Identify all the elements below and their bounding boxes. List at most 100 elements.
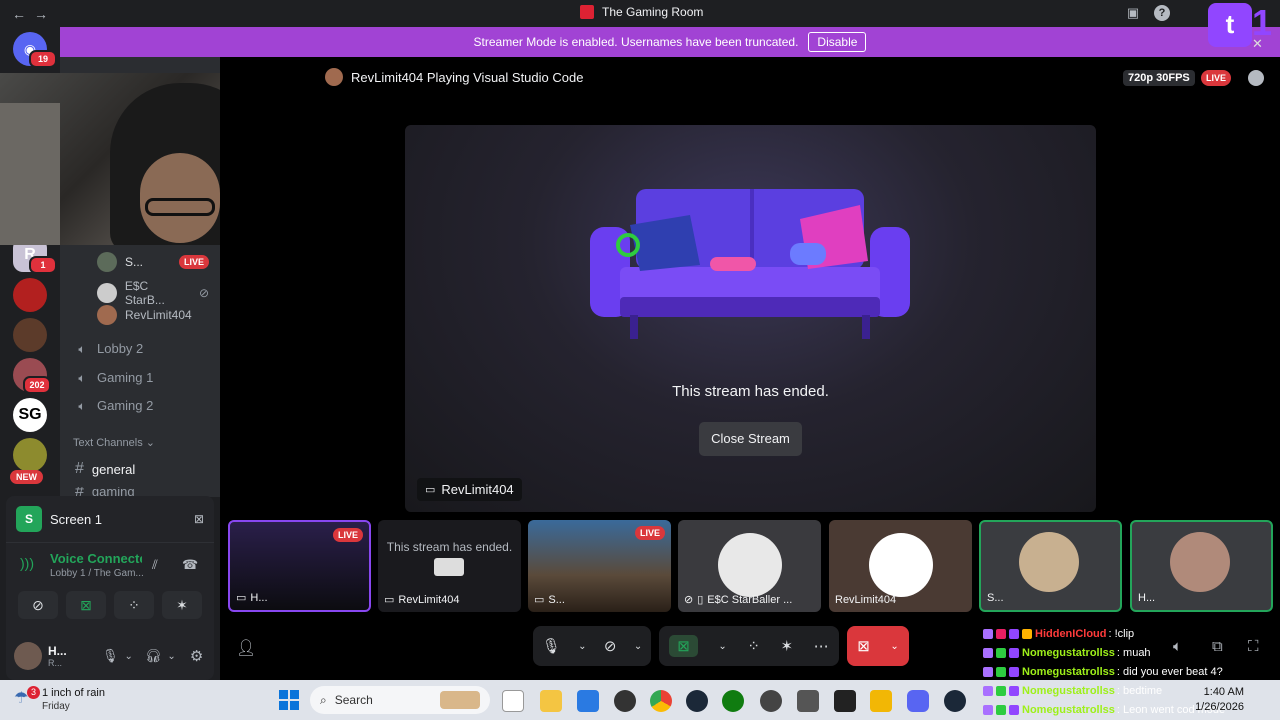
avatar bbox=[1170, 532, 1230, 592]
disconnect-button[interactable]: ⊠ ⌄ bbox=[847, 626, 909, 666]
tile-name: S... bbox=[548, 593, 565, 606]
headphones-icon[interactable]: 🎧︎ bbox=[145, 648, 162, 664]
app-icon[interactable] bbox=[614, 690, 636, 712]
server-icon-avatar[interactable] bbox=[13, 318, 47, 352]
camera-off-button[interactable]: ⊘ bbox=[18, 591, 58, 619]
chat-icon[interactable] bbox=[1248, 70, 1264, 86]
participant-tile[interactable]: ⊘ ▯ E$C StarBaller ... bbox=[678, 520, 821, 612]
stream-owner-tag: ▭ RevLimit404 bbox=[417, 478, 522, 501]
participant-tile[interactable]: LIVE ▭ H... bbox=[228, 520, 371, 612]
discord-taskbar-icon[interactable] bbox=[907, 690, 929, 712]
signal-icon[interactable]: ))) bbox=[20, 555, 34, 571]
participant-tile[interactable]: S... bbox=[979, 520, 1122, 612]
store-icon[interactable] bbox=[577, 690, 599, 712]
chat-username: Nomegustatrollss bbox=[1022, 647, 1115, 659]
activities-button[interactable]: ⁘ bbox=[114, 591, 154, 619]
more-icon[interactable]: ⋯ bbox=[814, 637, 829, 655]
participant-tile[interactable]: H... bbox=[1130, 520, 1273, 612]
server-icon-sg[interactable]: SG bbox=[13, 398, 47, 432]
participant-tile[interactable]: RevLimit404 bbox=[829, 520, 972, 612]
chat-message: HiddenICloud : !clip bbox=[983, 628, 1134, 640]
forward-arrow-icon[interactable]: → bbox=[30, 6, 52, 22]
obs-icon[interactable] bbox=[760, 690, 782, 712]
activities-icon[interactable]: ⁘ bbox=[747, 637, 760, 655]
chat-message: Nomegustatrollss : bedtime bbox=[983, 685, 1162, 697]
avatar bbox=[97, 252, 117, 272]
screen-icon: ▭ bbox=[384, 594, 395, 606]
start-icon[interactable] bbox=[279, 690, 299, 710]
voice-user-live[interactable]: S... LIVE bbox=[97, 252, 209, 272]
task-view-icon[interactable] bbox=[502, 690, 524, 712]
notification-badge: 202 bbox=[23, 376, 51, 394]
tile-label: ▭ H... bbox=[236, 591, 268, 605]
chevron-down-icon[interactable]: ⌄ bbox=[634, 641, 642, 652]
popout-icon[interactable]: ⧉ bbox=[1212, 638, 1223, 655]
file-explorer-icon[interactable] bbox=[540, 690, 562, 712]
text-channels-header[interactable]: Text Channels ⌄ bbox=[73, 436, 155, 449]
chrome-icon[interactable] bbox=[650, 690, 672, 712]
stop-share-icon[interactable]: ⊠ bbox=[194, 512, 204, 526]
screen-share-panel: S Screen 1 ⊠ bbox=[6, 496, 214, 542]
user-status: R... bbox=[48, 658, 63, 668]
chevron-down-icon[interactable]: ⌄ bbox=[125, 651, 133, 662]
voice-status[interactable]: Voice Connecte bbox=[50, 551, 142, 566]
stream-header: RevLimit404 Playing Visual Studio Code bbox=[325, 68, 583, 86]
noise-suppression-icon[interactable]: ⫽ bbox=[152, 557, 158, 573]
voice-user[interactable]: E$C StarB... ⊘ bbox=[97, 279, 209, 307]
soundboard-button[interactable]: ✶ bbox=[162, 591, 202, 619]
back-arrow-icon[interactable]: ← bbox=[8, 6, 30, 22]
avatar bbox=[718, 533, 782, 597]
xbox-icon[interactable] bbox=[722, 690, 744, 712]
phone-icon: ▯ bbox=[697, 594, 704, 606]
server-icon-red[interactable] bbox=[13, 278, 47, 312]
steam-icon[interactable] bbox=[944, 690, 966, 712]
close-icon[interactable]: ✕ bbox=[1252, 36, 1263, 52]
taskbar-search[interactable]: ⌕ Search bbox=[310, 686, 490, 714]
screen-icon bbox=[434, 558, 464, 576]
server-icon-skull[interactable] bbox=[13, 438, 47, 472]
voice-channel-gaming-1[interactable]: 🔈︎ Gaming 1 bbox=[75, 370, 153, 385]
inbox-icon[interactable]: ▣ bbox=[1125, 5, 1141, 21]
epic-games-icon[interactable] bbox=[834, 690, 856, 712]
steam-icon[interactable] bbox=[686, 690, 708, 712]
screen-share-button[interactable]: ⊠ bbox=[66, 591, 106, 619]
fullscreen-icon[interactable]: ⛶ bbox=[1248, 638, 1259, 655]
soundboard-icon[interactable]: ✶ bbox=[781, 637, 794, 655]
participant-tile[interactable]: This stream has ended. ▭ RevLimit404 bbox=[378, 520, 521, 612]
camera-off-icon[interactable]: ⊘ bbox=[604, 637, 617, 655]
disconnect-icon[interactable]: ☎ bbox=[182, 557, 198, 573]
clock-date[interactable]: 1/26/2026 bbox=[1180, 701, 1244, 713]
screen-share-icon[interactable]: ⊠ bbox=[669, 635, 698, 657]
text-channel-general[interactable]: # general bbox=[75, 460, 135, 478]
voice-channel-lobby-2[interactable]: 🔈︎ Lobby 2 bbox=[75, 341, 143, 356]
voice-location[interactable]: Lobby 1 / The Gam... bbox=[50, 568, 144, 579]
speaker-icon: 🔈︎ bbox=[78, 341, 86, 356]
clock-time[interactable]: 1:40 AM bbox=[1190, 686, 1244, 698]
text-channel-gaming[interactable]: # gaming bbox=[75, 487, 135, 496]
gear-icon[interactable]: ⚙ bbox=[190, 647, 203, 665]
volume-icon[interactable]: 🔈︎ bbox=[1173, 638, 1182, 655]
app-icon[interactable] bbox=[797, 690, 819, 712]
voice-channel-gaming-2[interactable]: 🔈︎ Gaming 2 bbox=[75, 398, 153, 413]
server-icon-portrait[interactable]: 202 bbox=[13, 358, 51, 394]
invite-icon[interactable]: 👤︎ bbox=[236, 638, 256, 658]
rockstar-icon[interactable] bbox=[870, 690, 892, 712]
speaker-icon: 🔈︎ bbox=[78, 398, 86, 413]
server-letter: SG bbox=[18, 406, 42, 423]
end-call-icon: ⊠ bbox=[857, 638, 870, 655]
tile-name: H... bbox=[1138, 592, 1156, 604]
help-icon[interactable]: ? bbox=[1154, 5, 1170, 21]
participant-tile[interactable]: LIVE ▭ S... bbox=[528, 520, 671, 612]
chevron-down-icon[interactable]: ⌄ bbox=[578, 641, 586, 652]
microphone-icon[interactable]: 🎙︎ bbox=[102, 648, 119, 664]
voice-user[interactable]: RevLimit404 bbox=[97, 305, 192, 325]
weather-text[interactable]: 1 inch of rain bbox=[42, 687, 105, 699]
discord-home-icon[interactable]: ◉ 19 bbox=[13, 32, 57, 68]
avatar[interactable] bbox=[14, 642, 42, 670]
close-stream-button[interactable]: Close Stream bbox=[699, 422, 802, 456]
microphone-icon[interactable]: 🎙︎ bbox=[542, 637, 561, 655]
screen-icon: ▭ bbox=[236, 592, 247, 604]
disable-streamer-mode-button[interactable]: Disable bbox=[808, 32, 867, 52]
chevron-down-icon[interactable]: ⌄ bbox=[718, 641, 726, 652]
chevron-down-icon[interactable]: ⌄ bbox=[167, 651, 175, 662]
